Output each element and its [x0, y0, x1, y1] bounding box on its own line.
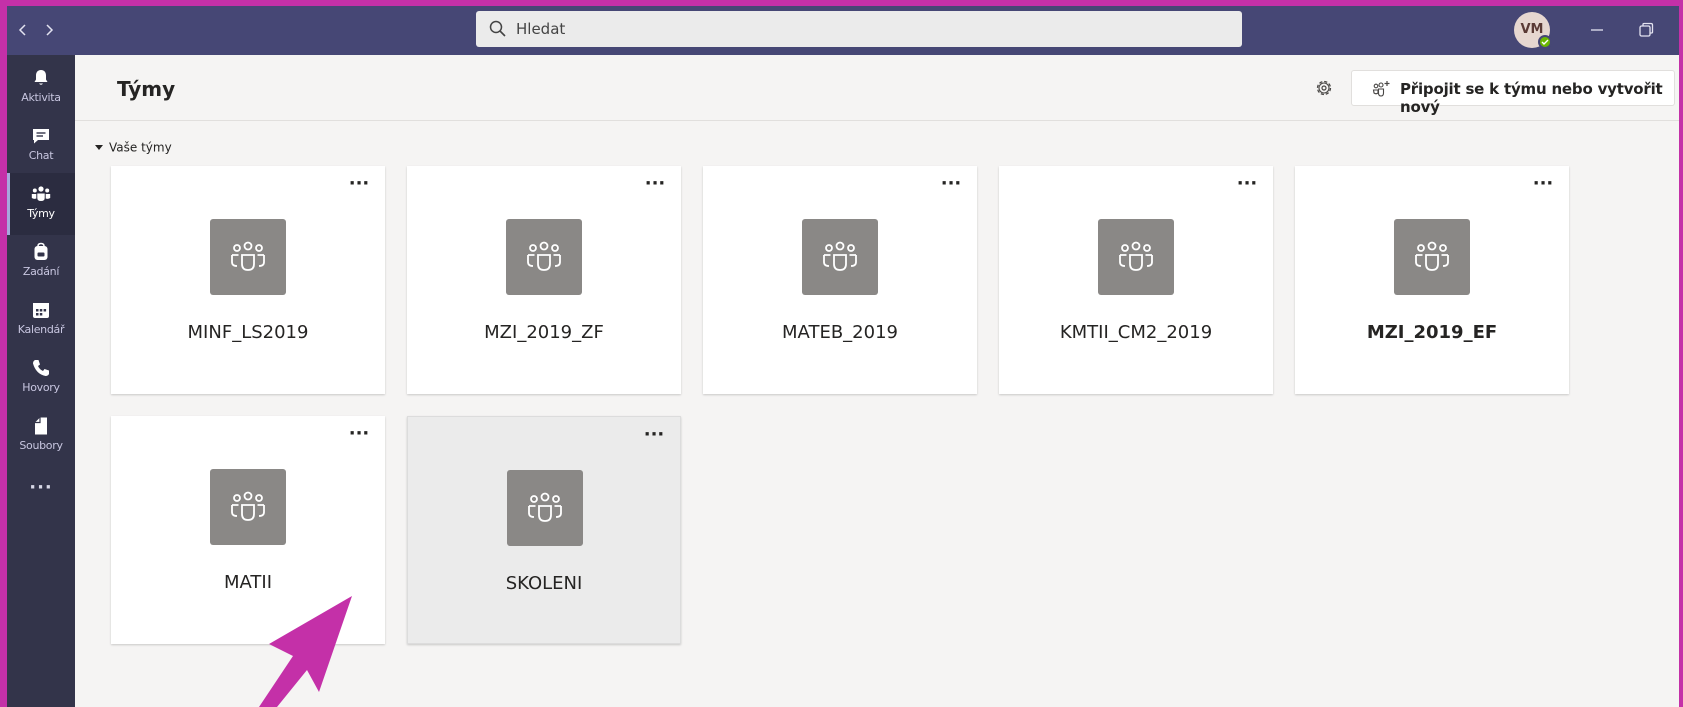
team-name: MZI_2019_EF: [1366, 322, 1498, 343]
app-rail: Aktivita Chat Týmy Zadání Kalendář Hovor…: [7, 55, 75, 707]
your-teams-section-toggle[interactable]: Vaše týmy: [95, 137, 172, 155]
rail-item-teams[interactable]: Týmy: [7, 173, 75, 235]
rail-label: Soubory: [19, 439, 63, 452]
team-people-icon: [1415, 241, 1449, 271]
team-avatar: [210, 219, 286, 295]
more-options-button[interactable]: ···: [642, 426, 666, 447]
team-name: MINF_LS2019: [187, 322, 309, 343]
forward-button[interactable]: [39, 18, 59, 42]
rail-item-assignments[interactable]: Zadání: [7, 231, 75, 293]
more-options-button[interactable]: ···: [347, 425, 371, 446]
section-label: Vaše týmy: [109, 140, 172, 155]
team-card[interactable]: ··· MINF_LS2019: [111, 166, 385, 394]
rail-label: Kalendář: [17, 323, 65, 336]
join-or-create-team-button[interactable]: Připojit se k týmu nebo vytvořit nový: [1351, 70, 1675, 116]
team-avatar: [507, 470, 583, 546]
avatar-initials: VM: [1520, 22, 1544, 37]
rail-label: Týmy: [27, 207, 55, 220]
team-avatar: [1098, 219, 1174, 295]
avatar[interactable]: VM: [1514, 12, 1552, 49]
rail-item-chat[interactable]: Chat: [7, 115, 75, 177]
team-avatar: [210, 469, 286, 545]
rail-label: Aktivita: [21, 91, 61, 104]
presence-badge: [1538, 35, 1552, 49]
team-people-icon: [528, 492, 562, 522]
more-options-button[interactable]: ···: [347, 175, 371, 196]
back-button[interactable]: [13, 18, 33, 42]
bell-icon: [34, 70, 48, 85]
backpack-icon: [34, 242, 48, 260]
search-icon: [489, 20, 506, 37]
rail-item-calls[interactable]: Hovory: [7, 347, 75, 409]
title-bar: Hledat VM: [7, 6, 1679, 55]
calendar-icon: [33, 303, 49, 318]
rail-label: Hovory: [22, 381, 60, 394]
team-avatar: [802, 219, 878, 295]
rail-item-activity[interactable]: Aktivita: [7, 57, 75, 119]
rail-item-files[interactable]: Soubory: [7, 405, 75, 467]
team-name: MATII: [223, 572, 273, 593]
rail-label: Zadání: [22, 265, 60, 278]
team-name: MZI_2019_ZF: [484, 322, 604, 343]
team-card[interactable]: ··· MATEB_2019: [703, 166, 977, 394]
more-options-button[interactable]: ···: [643, 175, 667, 196]
team-card[interactable]: ··· MZI_2019_EF: [1295, 166, 1569, 394]
team-card[interactable]: ··· MZI_2019_ZF: [407, 166, 681, 394]
teams-icon: [31, 186, 51, 201]
chat-icon: [33, 129, 49, 144]
check-icon: [1541, 39, 1549, 45]
rail-label: Chat: [28, 149, 54, 162]
more-options-button[interactable]: ···: [1531, 175, 1555, 196]
annotation-arrow-icon: [259, 596, 352, 707]
phone-icon: [33, 360, 49, 376]
restore-icon: [1639, 22, 1654, 37]
more-options-button[interactable]: ···: [939, 175, 963, 196]
file-icon: [35, 417, 47, 435]
team-avatar: [1394, 219, 1470, 295]
team-people-icon: [231, 241, 265, 271]
page-title: Týmy: [117, 77, 176, 101]
team-people-icon: [1119, 241, 1153, 271]
more-options-button[interactable]: ···: [1235, 175, 1259, 196]
team-people-icon: [823, 241, 857, 271]
caret-down-icon: [95, 145, 103, 150]
join-or-create-team-label: Připojit se k týmu nebo vytvořit nový: [1400, 80, 1663, 116]
chevron-right-icon: [46, 24, 54, 36]
more-apps-button[interactable]: ···: [7, 477, 75, 507]
search-placeholder: Hledat: [516, 20, 566, 38]
minimize-button[interactable]: [1585, 18, 1609, 42]
page-header: Týmy Připojit se k týmu nebo vytvořit no…: [75, 55, 1679, 121]
team-card[interactable]: ··· KMTII_CM2_2019: [999, 166, 1273, 394]
team-people-icon: [527, 241, 561, 271]
chevron-left-icon: [18, 24, 26, 36]
team-name: KMTII_CM2_2019: [1059, 322, 1213, 343]
restore-button[interactable]: [1634, 18, 1658, 42]
team-name: SKOLENI: [505, 573, 583, 594]
team-people-icon: [231, 491, 265, 521]
team-card[interactable]: ··· SKOLENI: [407, 416, 681, 644]
team-avatar: [506, 219, 582, 295]
gear-icon[interactable]: [1313, 77, 1335, 99]
team-name: MATEB_2019: [782, 322, 898, 343]
add-team-icon: [1372, 81, 1390, 97]
search-box[interactable]: Hledat: [476, 11, 1242, 47]
rail-item-calendar[interactable]: Kalendář: [7, 289, 75, 351]
minimize-icon: [1591, 29, 1603, 31]
